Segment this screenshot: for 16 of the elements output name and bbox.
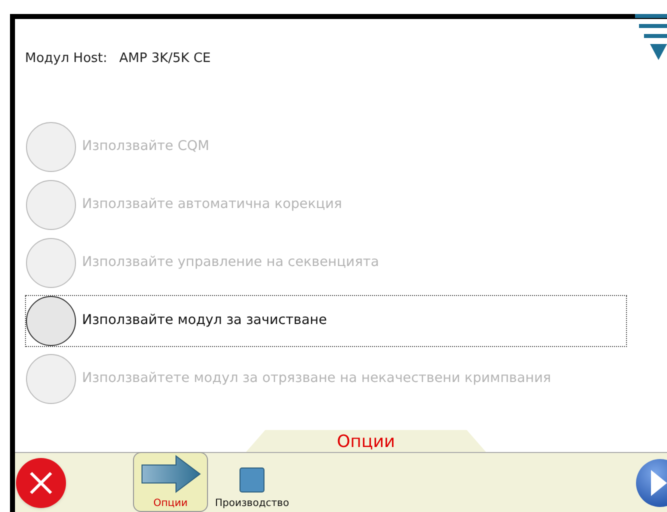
header-label: Модул Host:: [25, 50, 108, 68]
option-label: Използвайте модул за зачистване: [82, 311, 327, 330]
arrow-icon: [140, 455, 202, 493]
play-button[interactable]: [635, 458, 667, 508]
option-label: Използвайте CQM: [82, 137, 210, 156]
close-icon: [28, 470, 54, 496]
header-value: AMP 3K/5K CE: [119, 50, 211, 68]
option-label: Използвайте автоматична корекция: [82, 195, 342, 214]
radio-button[interactable]: [26, 296, 76, 346]
option-label: Използвайтете модул за отрязване на некачествени кримпвания: [82, 369, 552, 388]
close-button[interactable]: [16, 458, 66, 508]
option-row[interactable]: Използвайте модул за зачистване: [25, 294, 627, 346]
mode-button[interactable]: Производство: [208, 452, 296, 512]
square-icon: [239, 467, 266, 493]
mode-button[interactable]: Опции: [133, 452, 208, 512]
option-label: Използвайте управление на секвенцията: [82, 253, 379, 272]
